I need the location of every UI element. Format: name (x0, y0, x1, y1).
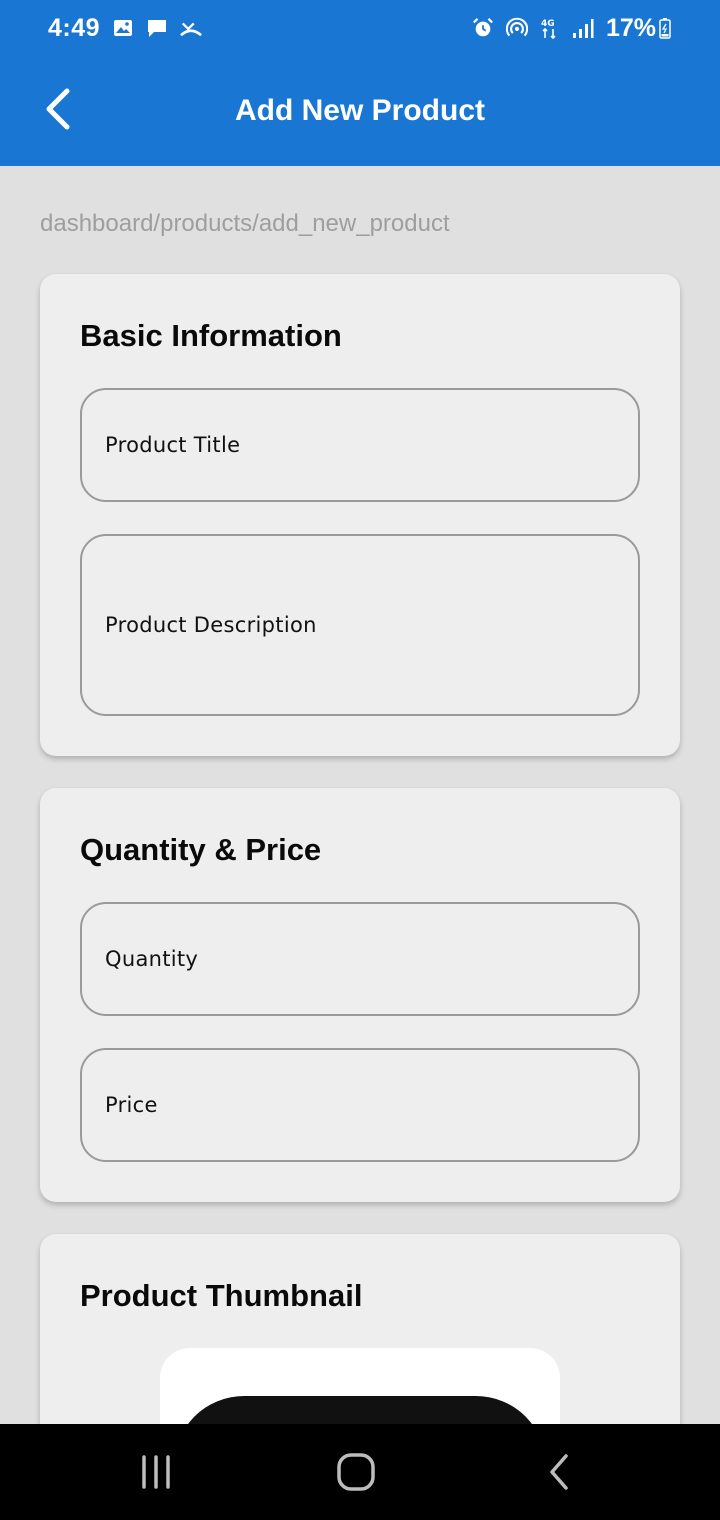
status-left: 4:49 (48, 14, 202, 43)
product-title-field[interactable]: Product Title (80, 388, 640, 502)
product-thumbnail-title: Product Thumbnail (80, 1278, 363, 1313)
battery-percent: 17% (605, 13, 656, 42)
recent-apps-icon (138, 1454, 174, 1494)
quantity-price-title: Quantity & Price (80, 832, 322, 867)
recent-apps-button[interactable] (126, 1454, 186, 1494)
basic-information-card: Basic Information Product Title Product … (40, 274, 680, 756)
basic-information-title: Basic Information (80, 318, 342, 353)
hotspot-icon (505, 17, 528, 39)
signal-icon (572, 17, 594, 39)
network-icon: 4G (540, 17, 560, 40)
back-nav-button[interactable] (528, 1452, 588, 1497)
system-nav-bar (0, 1424, 720, 1520)
back-button[interactable] (36, 86, 80, 136)
svg-text:4G: 4G (541, 19, 555, 29)
image-icon (112, 17, 134, 39)
page-title: Add New Product (234, 94, 485, 127)
battery-icon (658, 17, 672, 39)
product-description-field[interactable]: Product Description (80, 534, 640, 716)
message-icon (146, 17, 168, 39)
breadcrumb: dashboard/products/add_new_product (40, 210, 450, 237)
quantity-field[interactable]: Quantity (80, 902, 640, 1016)
product-description-label: Product Description (105, 613, 317, 637)
chevron-left-icon (43, 87, 73, 136)
status-time: 4:49 (48, 13, 101, 42)
home-icon (336, 1452, 376, 1497)
product-title-label: Product Title (105, 433, 241, 457)
price-label: Price (105, 1093, 158, 1117)
back-icon (544, 1452, 572, 1497)
status-right: 4G 17% (472, 14, 672, 43)
quantity-price-card: Quantity & Price Quantity Price (40, 788, 680, 1202)
price-field[interactable]: Price (80, 1048, 640, 1162)
alarm-icon (472, 17, 494, 39)
missed-call-icon (180, 17, 202, 39)
app-bar: Add New Product (0, 56, 720, 166)
home-button[interactable] (326, 1452, 386, 1497)
status-bar: 4:49 4G 17% (0, 0, 720, 56)
quantity-label: Quantity (105, 947, 199, 971)
